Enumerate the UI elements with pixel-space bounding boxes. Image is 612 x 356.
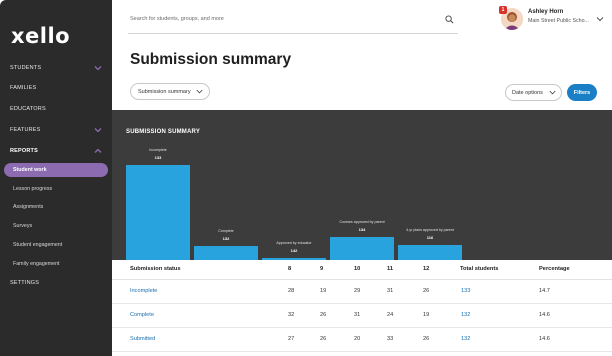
- subnav-lesson-progress[interactable]: Lesson progress: [4, 182, 108, 196]
- cell-grade-9: 26: [320, 336, 327, 342]
- cell-percentage: 14.7: [539, 288, 550, 294]
- nav-families[interactable]: FAMILIES: [0, 79, 112, 97]
- status-link[interactable]: Complete: [130, 312, 154, 318]
- nav-features[interactable]: FEATURES: [0, 121, 112, 139]
- subnav-student-work[interactable]: Student work: [4, 163, 108, 177]
- cell-grade-9: 19: [320, 288, 327, 294]
- chart-bar[interactable]: [126, 165, 190, 260]
- date-options-button[interactable]: Date options: [505, 84, 562, 101]
- cell-grade-11: 31: [387, 288, 394, 294]
- subnav-family-engagement[interactable]: Family engagement: [4, 257, 108, 271]
- nav-reports[interactable]: REPORTS: [0, 142, 112, 160]
- chart-category-label: Approved by educator: [276, 241, 312, 245]
- header-percentage[interactable]: Percentage: [539, 266, 570, 272]
- chevron-down-icon[interactable]: [595, 14, 605, 24]
- submission-bar-chart: Incomplete 133 Complete 132 Approved by educ…: [126, 148, 462, 260]
- chevron-up-icon: [94, 148, 102, 153]
- cell-grade-12: 26: [423, 288, 430, 294]
- cell-grade-11: 24: [387, 312, 394, 318]
- user-school: Main Street Public Scho...: [528, 18, 589, 24]
- subnav-surveys[interactable]: Surveys: [4, 219, 108, 233]
- cell-grade-8: 27: [288, 336, 295, 342]
- header-total-students[interactable]: Total students: [460, 266, 498, 272]
- cell-percentage: 14.6: [539, 312, 550, 318]
- page-title: Submission summary: [130, 51, 292, 68]
- chevron-down-icon: [196, 89, 203, 94]
- nav-families-label: FAMILIES: [10, 85, 37, 91]
- cell-grade-10: 31: [354, 312, 361, 318]
- nav-students-label: STUDENTS: [10, 65, 42, 71]
- cell-grade-10: 29: [354, 288, 361, 294]
- cell-grade-9: 26: [320, 312, 327, 318]
- chart-category-label: Complete: [218, 229, 233, 233]
- total-students-link[interactable]: 132: [461, 312, 470, 318]
- table-row: Incomplete 28 19 29 31 26 133 14.7: [112, 280, 612, 304]
- chart-value-label: 134: [359, 227, 366, 232]
- table-row: Submitted 27 26 20 33 26 132 14.6: [112, 328, 612, 352]
- chart-value-label: 133: [155, 155, 162, 160]
- chart-category-label: Incomplete: [149, 148, 167, 152]
- chart-category-label: 4-yr plans approved by parent: [406, 228, 454, 232]
- cell-grade-12: 19: [423, 312, 430, 318]
- subnav-assignments[interactable]: Assignments: [4, 200, 108, 214]
- chevron-down-icon: [549, 90, 556, 95]
- filters-button[interactable]: Filters: [567, 84, 597, 101]
- table-header: Submission status 8 9 10 11 12 Total stu…: [112, 260, 612, 280]
- nav-settings-label: SETTINGS: [10, 280, 40, 286]
- user-menu[interactable]: 1 Ashley Horn Main Street Public Scho...: [499, 6, 611, 34]
- nav-educators-label: EDUCATORS: [10, 106, 46, 112]
- header-grade-11[interactable]: 11: [387, 266, 393, 272]
- sidebar: xello STUDENTS FAMILIES EDUCATORS FEATUR…: [0, 0, 112, 356]
- table-row: Complete 32 26 31 24 19 132 14.6: [112, 304, 612, 328]
- chart-bar[interactable]: [330, 237, 394, 260]
- header-status[interactable]: Submission status: [130, 266, 181, 272]
- cell-grade-11: 33: [387, 336, 394, 342]
- nav-settings[interactable]: SETTINGS: [0, 274, 112, 292]
- status-link[interactable]: Incomplete: [130, 288, 157, 294]
- status-link[interactable]: Submitted: [130, 336, 155, 342]
- chart-value-label: 142: [291, 248, 298, 253]
- cell-percentage: 14.6: [539, 336, 550, 342]
- top-bar: Search for students, groups, and more 1 …: [112, 0, 612, 40]
- nav-educators[interactable]: EDUCATORS: [0, 100, 112, 118]
- view-dropdown[interactable]: Submission summary: [130, 83, 210, 100]
- chart-bar[interactable]: [194, 246, 258, 260]
- nav-reports-label: REPORTS: [10, 148, 38, 154]
- total-students-link[interactable]: 133: [461, 288, 470, 294]
- notification-badge: 1: [499, 6, 507, 14]
- chart-value-label: 116: [427, 235, 434, 240]
- nav-features-label: FEATURES: [10, 127, 41, 133]
- date-options-label: Date options: [512, 89, 543, 96]
- search-input[interactable]: Search for students, groups, and more: [130, 16, 224, 22]
- chevron-down-icon: [94, 128, 102, 133]
- cell-grade-10: 20: [354, 336, 361, 342]
- xello-logo[interactable]: xello: [11, 24, 70, 48]
- chart-bar[interactable]: [398, 245, 462, 260]
- cell-grade-12: 26: [423, 336, 430, 342]
- chevron-down-icon: [94, 66, 102, 71]
- total-students-link[interactable]: 132: [461, 336, 470, 342]
- search-field[interactable]: Search for students, groups, and more: [128, 12, 458, 34]
- header-grade-9[interactable]: 9: [320, 266, 323, 272]
- header-grade-10[interactable]: 10: [354, 266, 360, 272]
- chart-category-label: Courses approved by parent: [339, 220, 384, 224]
- search-icon[interactable]: [445, 15, 454, 24]
- nav-students[interactable]: STUDENTS: [0, 59, 112, 77]
- header-grade-12[interactable]: 12: [423, 266, 429, 272]
- user-name: Ashley Horn: [528, 9, 564, 15]
- subnav-student-engagement[interactable]: Student engagement: [4, 238, 108, 252]
- cell-grade-8: 32: [288, 312, 295, 318]
- header-grade-8[interactable]: 8: [288, 266, 291, 272]
- chart-value-label: 132: [223, 236, 230, 241]
- chart-panel: SUBMISSION SUMMARY Incomplete 133 Complete…: [112, 110, 612, 260]
- view-dropdown-label: Submission summary: [138, 88, 191, 95]
- cell-grade-8: 28: [288, 288, 295, 294]
